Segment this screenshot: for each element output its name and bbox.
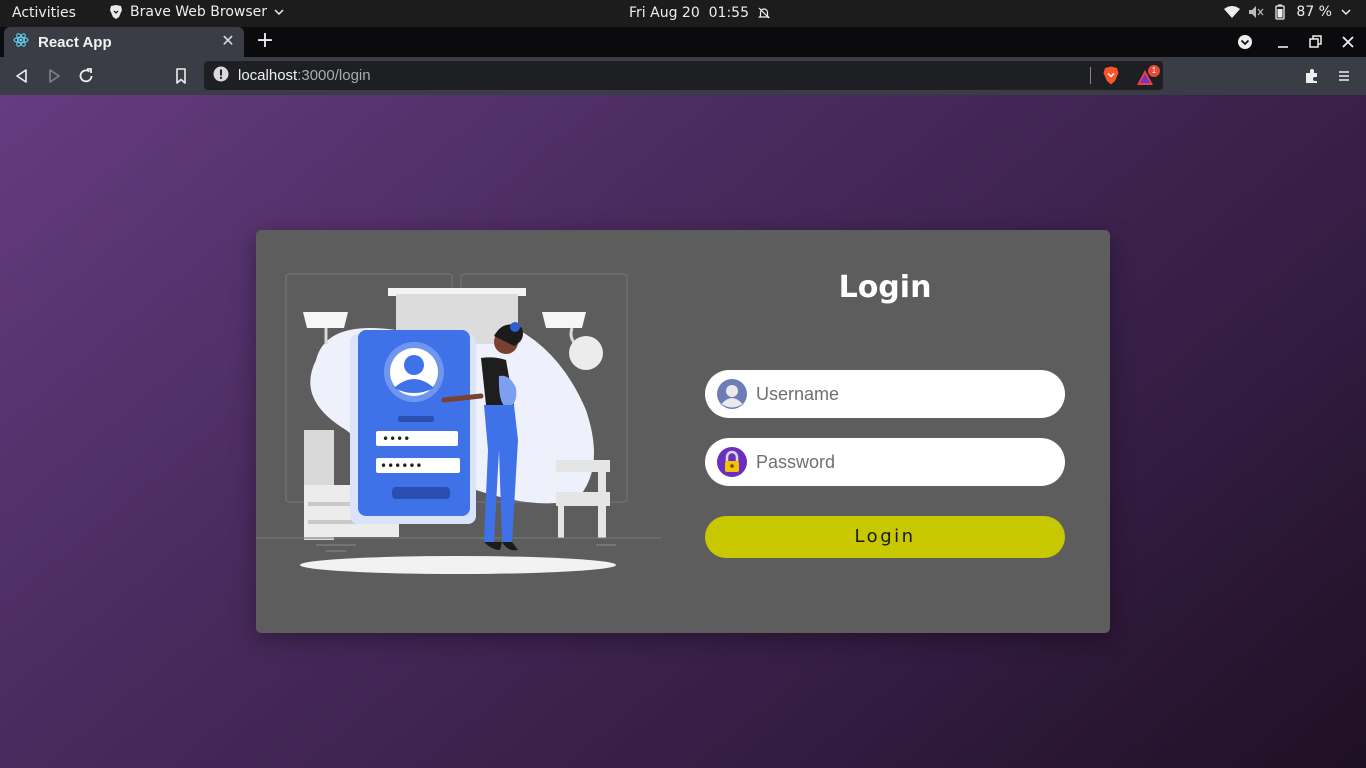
login-illustration: •••• ••••••: [256, 270, 666, 580]
notification-bell-off-icon: [757, 6, 771, 20]
password-field[interactable]: [705, 438, 1065, 486]
user-avatar-icon: [717, 379, 747, 409]
brave-rewards-icon[interactable]: 1: [1136, 65, 1162, 86]
url-divider: [1090, 67, 1091, 84]
login-title: Login: [838, 270, 932, 305]
chevron-down-icon: [1340, 6, 1352, 18]
app-menu[interactable]: Brave Web Browser: [108, 4, 285, 20]
new-tab-button[interactable]: +: [255, 30, 275, 52]
battery-icon: [1272, 4, 1288, 20]
username-input[interactable]: [756, 383, 1046, 405]
url-host: localhost: [238, 67, 298, 84]
url-path: :3000/login: [297, 67, 371, 84]
back-icon[interactable]: [12, 66, 32, 86]
info-icon[interactable]: [213, 66, 229, 86]
login-button[interactable]: Login: [705, 516, 1065, 558]
close-icon[interactable]: [1338, 32, 1358, 52]
restore-icon[interactable]: [1305, 32, 1325, 52]
system-top-bar: Activities Brave Web Browser Fri Aug 20 …: [0, 0, 1366, 27]
battery-percentage: 87 %: [1296, 4, 1332, 20]
extensions-icon[interactable]: [1302, 66, 1322, 86]
system-tray[interactable]: 87 %: [1224, 4, 1352, 20]
username-field[interactable]: [705, 370, 1065, 418]
volume-muted-icon: [1248, 5, 1264, 19]
wifi-icon: [1224, 5, 1241, 19]
login-card: •••• •••••• Login Username Login: [256, 230, 1110, 633]
minimize-icon[interactable]: [1273, 32, 1293, 52]
pin-dots: ••••: [382, 432, 410, 446]
brave-lion-icon: [108, 4, 124, 20]
react-icon: [13, 32, 29, 52]
tab-title: React App: [38, 33, 112, 51]
tab-strip: React App ✕ +: [0, 27, 1366, 57]
brave-shields-icon[interactable]: [1102, 66, 1120, 89]
padlock-icon: [717, 447, 747, 477]
address-bar[interactable]: localhost:3000/login 1: [204, 61, 1163, 90]
tab-search-icon[interactable]: [1235, 32, 1255, 52]
password-dots: ••••••: [380, 459, 422, 473]
browser-toolbar: localhost:3000/login 1: [0, 57, 1366, 95]
close-icon[interactable]: ✕: [220, 33, 236, 49]
clock-text: Fri Aug 20 01:55: [629, 5, 749, 21]
page-background: •••• •••••• Login Username Login: [0, 95, 1366, 768]
password-input[interactable]: [756, 451, 1046, 473]
rewards-badge: 1: [1148, 65, 1160, 77]
reload-icon[interactable]: [76, 66, 96, 86]
activities-button[interactable]: Activities: [12, 5, 76, 21]
chevron-down-icon: [273, 6, 285, 18]
tab-react-app[interactable]: React App ✕: [4, 27, 244, 57]
forward-icon[interactable]: [44, 66, 64, 86]
menu-icon[interactable]: [1334, 66, 1354, 86]
bookmark-icon[interactable]: [171, 66, 191, 86]
app-name: Brave Web Browser: [130, 4, 267, 20]
clock[interactable]: Fri Aug 20 01:55: [629, 5, 771, 21]
